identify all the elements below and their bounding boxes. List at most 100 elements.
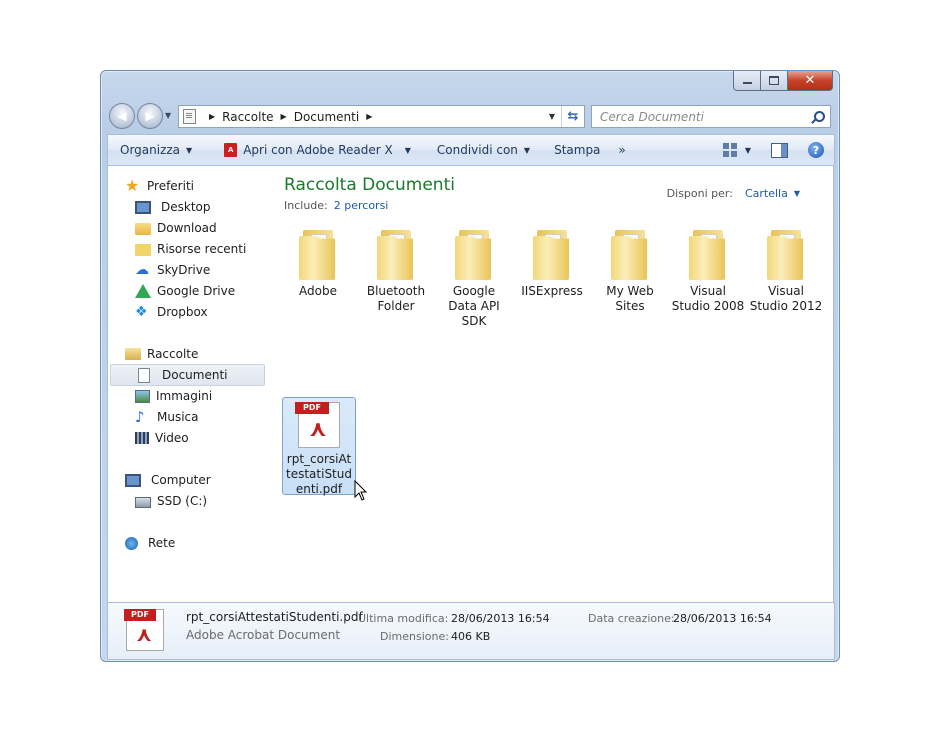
maximize-icon [769, 76, 779, 85]
help-icon[interactable]: ? [808, 142, 824, 158]
sidebar-item-label: SSD (C:) [157, 494, 208, 508]
recent-pages-dropdown[interactable]: ▼ [165, 111, 171, 120]
more-commands-button[interactable]: » [609, 135, 634, 165]
search-input[interactable]: Cerca Documenti [591, 105, 831, 128]
sidebar-item-documents[interactable]: Documenti [110, 364, 265, 386]
include-locations-link[interactable]: 2 percorsi [334, 199, 389, 212]
folder-item[interactable]: Google Data API SDK [437, 230, 511, 329]
adobe-reader-icon: A [224, 143, 238, 157]
folder-label: Visual Studio 2008 [671, 284, 745, 313]
sidebar-item-favorites[interactable]: ★ Preferiti [125, 176, 282, 196]
video-icon [135, 432, 149, 444]
navigation-pane: ★ Preferiti Desktop Download Risorse rec… [107, 165, 268, 603]
music-icon: ♪ [135, 408, 145, 426]
explorer-window: ✕ ◀ ▶ ▼ ▶ Raccolte ▶ Documenti ▶ ▼ ⇆ Cer… [100, 70, 840, 662]
folder-icon [689, 230, 727, 280]
sidebar-item-label: Documenti [162, 368, 228, 382]
detail-file-name: rpt_corsiAttestatiStudenti.pdf [186, 610, 363, 624]
maximize-button[interactable] [761, 71, 788, 91]
modified-value[interactable]: 28/06/2013 16:54 [451, 612, 550, 625]
refresh-button[interactable]: ⇆ [562, 106, 584, 127]
created-label: Data creazione: [588, 612, 675, 625]
preview-pane-icon[interactable] [771, 142, 788, 158]
size-value[interactable]: 406 KB [451, 630, 490, 643]
pdf-file-icon: PDF ⋏ [295, 402, 340, 448]
chevron-down-icon[interactable]: ▼ [745, 146, 751, 155]
chevron-down-icon: ▼ [548, 112, 555, 121]
chevron-down-icon: ▼ [404, 145, 411, 155]
sidebar-item-network[interactable]: Rete [125, 533, 282, 553]
arrange-label: Disponi per: [666, 187, 733, 200]
pdf-tag: PDF [295, 402, 329, 414]
chevron-down-icon: ▼ [523, 145, 531, 155]
document-library-icon [183, 109, 196, 124]
folder-label: Visual Studio 2012 [749, 284, 823, 313]
folder-item[interactable]: Bluetooth Folder [359, 230, 433, 314]
breadcrumb-arrow-icon[interactable]: ▶ [281, 112, 287, 121]
libraries-icon [125, 348, 141, 360]
forward-button[interactable]: ▶ [137, 103, 163, 129]
sidebar-item-label: Google Drive [157, 284, 236, 298]
refresh-icon: ⇆ [567, 109, 579, 124]
sidebar-item-label: Rete [148, 536, 176, 550]
folder-item[interactable]: Visual Studio 2008 [671, 230, 745, 314]
documents-icon [138, 367, 150, 383]
network-icon [125, 536, 138, 550]
arrange-by-dropdown[interactable]: Cartella [745, 187, 788, 200]
search-icon[interactable] [810, 110, 825, 124]
folder-label: Adobe [299, 284, 337, 298]
folder-item[interactable]: Visual Studio 2012 [749, 230, 823, 314]
share-button[interactable]: Condividi con ▼ [428, 135, 539, 165]
dropbox-icon: ❖ [135, 304, 148, 320]
breadcrumb-arrow-icon[interactable]: ▶ [366, 112, 372, 121]
computer-icon [125, 473, 141, 487]
folder-icon [377, 230, 415, 280]
star-icon: ★ [125, 176, 140, 195]
breadcrumb-documenti[interactable]: Documenti [294, 110, 360, 124]
download-folder-icon [135, 223, 151, 235]
sidebar-item-label: Raccolte [147, 347, 199, 361]
address-bar[interactable]: ▶ Raccolte ▶ Documenti ▶ ▼ ⇆ [178, 105, 585, 128]
change-view-icon[interactable] [722, 143, 737, 157]
pictures-icon [135, 389, 150, 403]
folder-label: Bluetooth Folder [366, 284, 426, 313]
sidebar-item-computer[interactable]: Computer [125, 470, 282, 490]
minimize-button[interactable] [733, 71, 761, 91]
sidebar-item-libraries[interactable]: Raccolte [125, 344, 282, 364]
close-button[interactable]: ✕ [788, 71, 833, 91]
open-with-button[interactable]: A Apri con Adobe Reader X ▼ [215, 135, 420, 165]
folder-item[interactable]: IISExpress [515, 230, 589, 299]
created-value[interactable]: 28/06/2013 16:54 [673, 612, 772, 625]
folder-icon [455, 230, 493, 280]
file-label: rpt_corsiAttestatiStudenti.pdf [286, 452, 352, 496]
breadcrumb-arrow-icon[interactable]: ▶ [209, 112, 215, 121]
chevron-down-icon[interactable]: ▼ [794, 189, 800, 198]
sidebar-item-label: Immagini [156, 389, 213, 403]
sidebar-item-label: Dropbox [157, 305, 208, 319]
back-button[interactable]: ◀ [109, 103, 135, 129]
folder-icon [299, 230, 337, 280]
address-dropdown[interactable]: ▼ [543, 106, 562, 127]
chevron-down-icon: ▼ [186, 145, 193, 155]
skydrive-icon: ☁ [135, 262, 149, 278]
recent-places-icon [135, 244, 151, 256]
caption-buttons: ✕ [733, 71, 833, 91]
sidebar-item-label: Computer [151, 473, 211, 487]
include-label: Include: [284, 199, 328, 212]
selected-file-item[interactable]: PDF ⋏ rpt_corsiAttestatiStudenti.pdf [282, 397, 356, 496]
folder-item[interactable]: Adobe [281, 230, 355, 299]
folder-label: IISExpress [521, 284, 583, 298]
details-pane: PDF ⋏ rpt_corsiAttestatiStudenti.pdf Ado… [107, 602, 835, 660]
desktop-icon [135, 200, 151, 214]
folder-item[interactable]: My Web Sites [593, 230, 667, 314]
folder-icon [767, 230, 805, 280]
breadcrumb-raccolte[interactable]: Raccolte [222, 110, 273, 124]
arrow-right-icon: ▶ [145, 109, 155, 123]
folder-icon [611, 230, 649, 280]
library-title: Raccolta Documenti [284, 175, 455, 195]
print-button[interactable]: Stampa [545, 135, 609, 165]
acrobat-swoosh-icon: ⋏ [309, 417, 327, 442]
share-label: Condividi con [436, 143, 518, 157]
organize-button[interactable]: Organizza ▼ [108, 135, 201, 165]
pdf-tag: PDF [124, 609, 156, 621]
